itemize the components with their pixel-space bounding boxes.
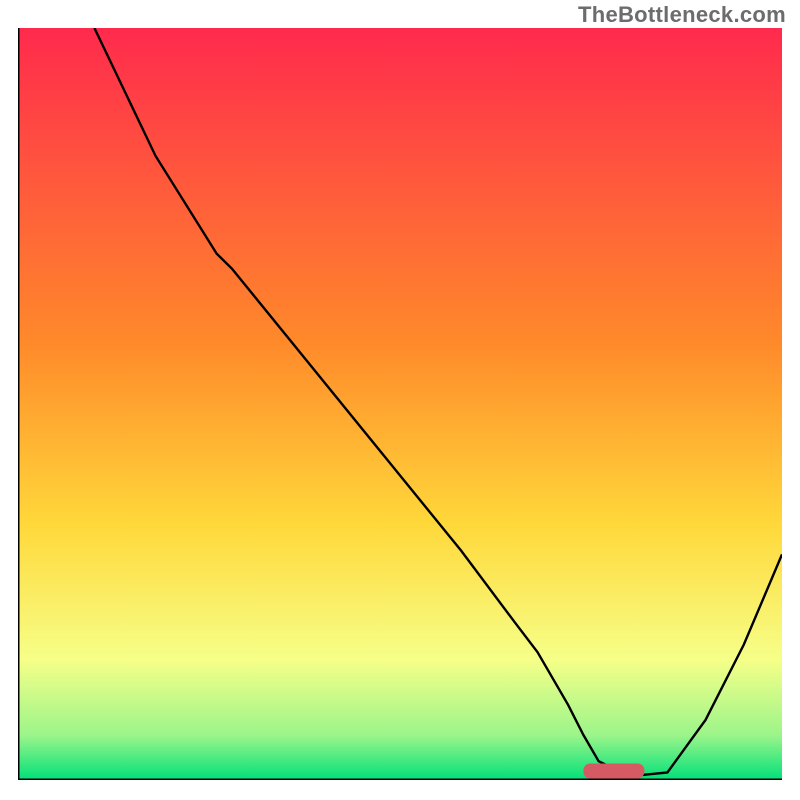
watermark-text: TheBottleneck.com (578, 2, 786, 28)
gradient-background (18, 28, 782, 780)
optimal-marker (583, 763, 644, 778)
chart-svg (18, 28, 782, 780)
bottleneck-chart (18, 28, 782, 780)
